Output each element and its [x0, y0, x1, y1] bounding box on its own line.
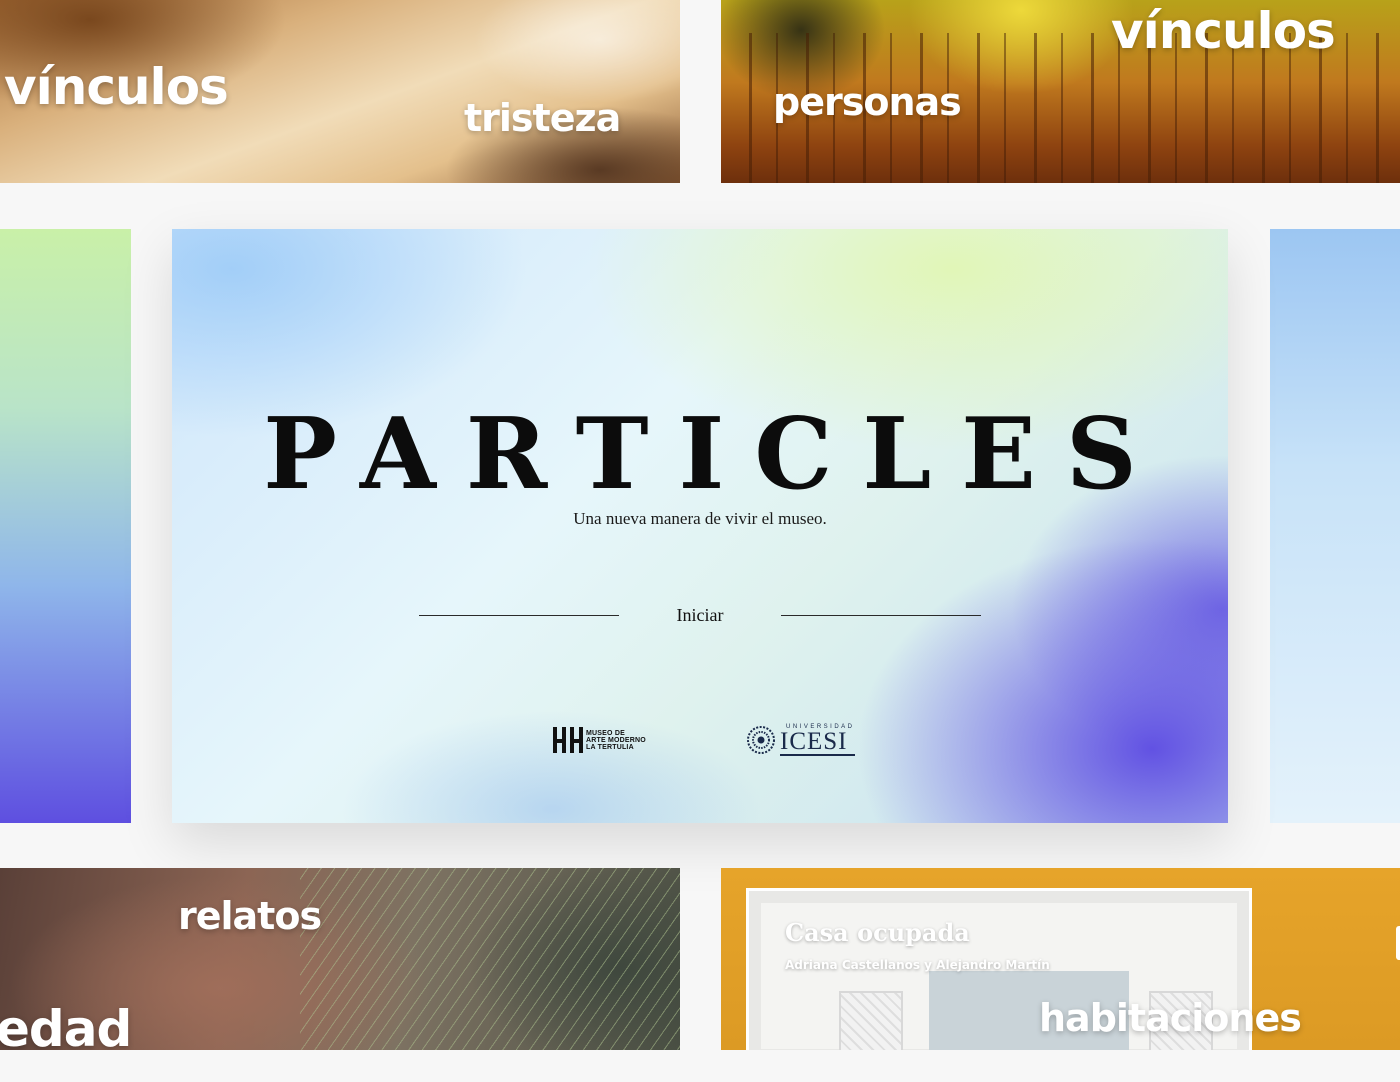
word-edad: edad — [0, 1000, 132, 1050]
museum-logo: MUSEO DE ARTE MODERNO LA TERTULIA — [553, 726, 646, 754]
artwork-title: Casa ocupada — [785, 918, 970, 947]
card-forest[interactable]: vínculos personas — [721, 0, 1400, 183]
word-personas: personas — [773, 80, 962, 124]
card-house[interactable]: Casa ocupada Adriana Castellanos y Aleja… — [721, 868, 1400, 1050]
divider-left — [419, 615, 619, 616]
card-gradient-right[interactable] — [1270, 229, 1400, 823]
word-vinculos: vínculos — [1111, 2, 1336, 60]
hero-card: PARTICLES Una nueva manera de vivir el m… — [172, 229, 1228, 823]
museum-line-1: MUSEO DE — [586, 729, 625, 737]
word-habitaciones: habitaciones — [1039, 996, 1302, 1040]
card-mountain[interactable]: vínculos tristeza — [0, 0, 680, 183]
artwork-authors: Adriana Castellanos y Alejandro Martín — [785, 958, 1050, 972]
museum-building-icon — [553, 727, 583, 753]
hand-fibers — [300, 868, 680, 1050]
card-hand[interactable]: relatos edad — [0, 868, 680, 1050]
start-button[interactable]: Iniciar — [650, 603, 750, 627]
museum-line-3: LA TERTULIA — [586, 743, 634, 751]
hero-subtitle: Una nueva manera de vivir el museo. — [573, 509, 827, 528]
card-edge-handle — [1396, 926, 1400, 960]
hero-title: PARTICLES — [263, 397, 1167, 512]
icesi-name: ICESI — [780, 728, 848, 755]
icesi-logo: UNIVERSIDAD ICESI — [746, 723, 855, 757]
icesi-seal-icon — [747, 726, 775, 754]
word-tristeza: tristeza — [464, 96, 621, 140]
word-relatos: relatos — [178, 894, 322, 938]
museum-line-2: ARTE MODERNO — [586, 736, 646, 744]
divider-right — [781, 615, 981, 616]
word-vinculos: vínculos — [4, 58, 229, 116]
lattice-panel-left — [839, 991, 903, 1050]
card-gradient-left[interactable] — [0, 229, 131, 823]
